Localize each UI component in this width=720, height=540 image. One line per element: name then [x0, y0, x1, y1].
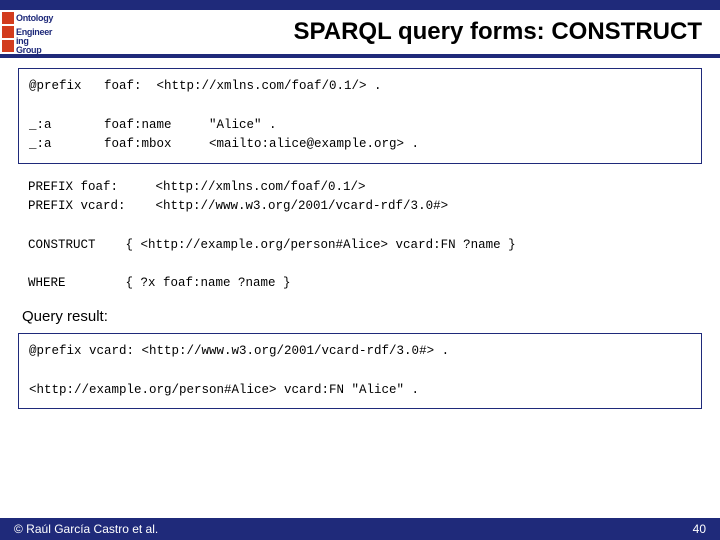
top-stripe [0, 0, 720, 10]
oeg-logo: Ontology Engineer ing Group [2, 9, 56, 55]
logo-text-3: ing Group [16, 37, 56, 55]
content-area: @prefix foaf: <http://xmlns.com/foaf/0.1… [18, 68, 702, 510]
slide-title: SPARQL query forms: CONSTRUCT [56, 18, 720, 46]
sparql-query-code: PREFIX foaf: <http://xmlns.com/foaf/0.1/… [18, 178, 702, 294]
slide: Ontology Engineer ing Group SPARQL query… [0, 0, 720, 540]
query-result-label: Query result: [22, 308, 702, 325]
logo-row-3: ing Group [2, 39, 56, 53]
logo-square-icon [2, 26, 14, 38]
logo-square-icon [2, 12, 14, 24]
footer-bar: © Raúl García Castro et al. 40 [0, 518, 720, 540]
page-number: 40 [693, 522, 706, 536]
title-bar: Ontology Engineer ing Group SPARQL query… [0, 10, 720, 58]
result-data-box: @prefix vcard: <http://www.w3.org/2001/v… [18, 333, 702, 409]
logo-text-1: Ontology [16, 14, 53, 23]
rdf-data-box: @prefix foaf: <http://xmlns.com/foaf/0.1… [18, 68, 702, 164]
logo-row-1: Ontology [2, 11, 56, 25]
copyright-text: © Raúl García Castro et al. [14, 522, 158, 536]
logo-square-icon [2, 40, 14, 52]
